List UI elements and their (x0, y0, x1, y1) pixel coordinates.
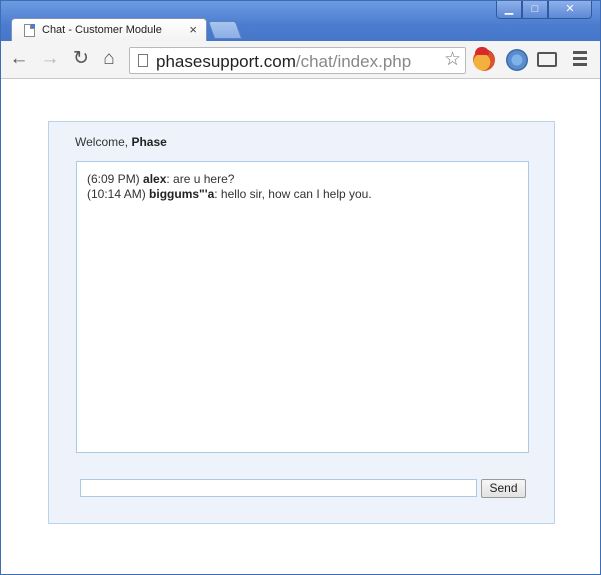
message-input[interactable] (80, 479, 477, 497)
message-user: biggums"'a (149, 187, 215, 201)
message-user: alex (143, 172, 167, 186)
welcome-prefix: Welcome, (75, 135, 132, 149)
message-time: (10:14 AM) (87, 187, 146, 201)
chat-message: (10:14 AM) biggums"'a: hello sir, how ca… (87, 187, 528, 202)
maximize-button[interactable]: □ (522, 1, 548, 19)
message-text: : hello sir, how can I help you. (214, 187, 372, 201)
chat-message: (6:09 PM) alex: are u here? (87, 172, 528, 187)
new-tab-button[interactable] (207, 21, 243, 39)
chat-panel: Welcome, Phase (6:09 PM) alex: are u her… (48, 121, 555, 524)
title-bar: Chat - Customer Module × ▁ □ ✕ (1, 1, 600, 42)
cast-icon[interactable] (537, 52, 557, 67)
message-time: (6:09 PM) (87, 172, 140, 186)
close-window-button[interactable]: ✕ (548, 1, 592, 19)
tab-close-button[interactable]: × (189, 22, 197, 38)
send-button[interactable]: Send (481, 479, 526, 498)
url-text: phasesupport.com/chat/index.php (156, 52, 411, 72)
welcome-text: Welcome, Phase (75, 135, 167, 149)
tab-chat[interactable]: Chat - Customer Module × (11, 18, 207, 42)
browser-toolbar: ← → ↻ ⌂ phasesupport.com/chat/index.php … (1, 41, 600, 79)
address-bar[interactable]: phasesupport.com/chat/index.php ☆ (129, 47, 466, 74)
browser-window: Chat - Customer Module × ▁ □ ✕ ← → ↻ ⌂ p… (0, 0, 601, 575)
page-icon (24, 24, 35, 37)
menu-icon[interactable] (573, 51, 587, 67)
page-icon (138, 54, 148, 67)
tab-title: Chat - Customer Module (42, 24, 162, 36)
message-text: : are u here? (166, 172, 235, 186)
star-icon[interactable]: ☆ (444, 50, 461, 70)
extension-icon[interactable] (473, 47, 495, 71)
back-arrow-icon[interactable]: ← (9, 49, 29, 69)
welcome-name: Phase (131, 135, 167, 149)
forward-arrow-icon[interactable]: → (40, 49, 60, 69)
url-host: phasesupport.com (156, 52, 296, 71)
home-icon[interactable]: ⌂ (99, 49, 119, 69)
minimize-button[interactable]: ▁ (496, 1, 522, 19)
window-controls: ▁ □ ✕ (496, 1, 592, 19)
url-path: /chat/index.php (295, 52, 412, 71)
extension-icon[interactable] (506, 49, 528, 71)
reload-icon[interactable]: ↻ (71, 49, 91, 69)
chat-log[interactable]: (6:09 PM) alex: are u here? (10:14 AM) b… (76, 161, 529, 453)
